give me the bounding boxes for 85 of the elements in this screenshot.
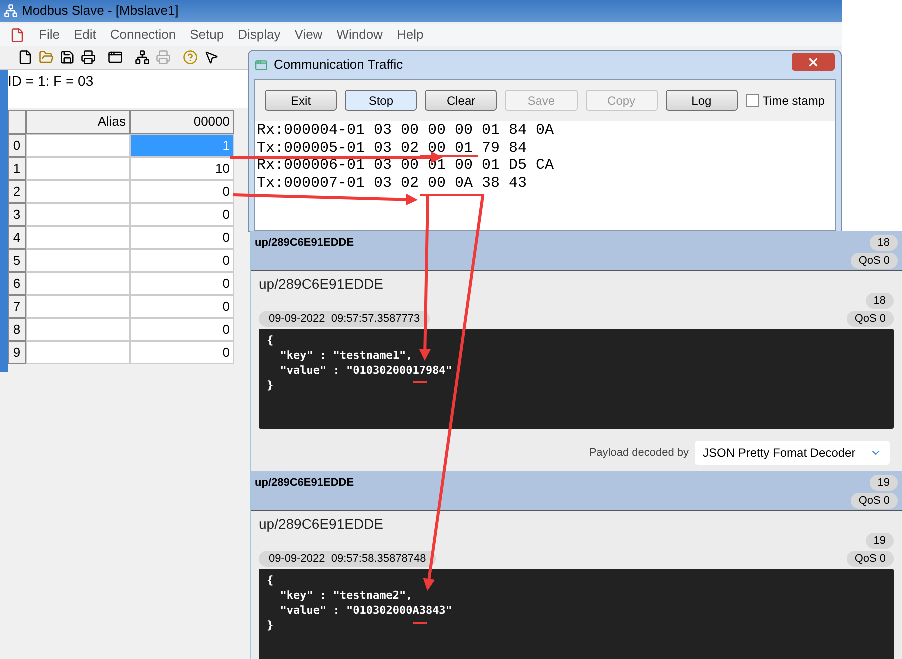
row-header: 3	[8, 203, 26, 226]
list-topic: up/289C6E91EDDE	[255, 236, 354, 251]
highlight-underline	[420, 155, 478, 157]
row-header: 0	[8, 134, 26, 157]
payload-line: "key" : "testname2",	[279, 588, 413, 603]
payload-line: "value" : "010302000A3843"	[279, 603, 452, 618]
menu-item[interactable]: Display	[238, 25, 281, 45]
row-header: 5	[8, 249, 26, 272]
corner-cell	[8, 110, 26, 134]
qos-badge: QoS 0	[846, 311, 894, 327]
row-header: 9	[8, 341, 26, 364]
table-cell[interactable]: 0	[130, 249, 234, 272]
message-list-row[interactable]: up/289C6E91EDDE 19 QoS 0	[251, 471, 902, 511]
count-badge: 19	[866, 533, 894, 549]
traffic-line: Tx:000007-01 03 02 00 0A 38 43	[257, 176, 528, 190]
document-icon	[10, 28, 25, 42]
table-cell[interactable]: 0	[130, 272, 234, 295]
count-badge: 18	[866, 293, 894, 309]
checkbox[interactable]	[746, 94, 759, 107]
row-header: 8	[8, 318, 26, 341]
table-cell[interactable]: 0	[130, 318, 234, 341]
row-header: 7	[8, 295, 26, 318]
table-cell[interactable]: 10	[130, 157, 234, 180]
print-icon[interactable]	[81, 50, 96, 65]
window-icon	[255, 58, 268, 72]
timestamp-badge: 09-09-2022 09:57:58.35878748	[259, 551, 436, 567]
highlight-underline	[420, 194, 484, 196]
qos-badge: QoS 0	[850, 493, 898, 509]
close-icon	[807, 56, 820, 68]
timestamp-badge: 09-09-2022 09:57:57.3587773	[259, 311, 430, 327]
qos-badge: QoS 0	[850, 253, 898, 269]
payload-line: "value" : "01030200017984"	[279, 363, 452, 378]
message-topic: up/289C6E91EDDE	[259, 515, 385, 533]
checkbox-label: Time stamp	[762, 92, 825, 110]
message-list-row[interactable]: up/289C6E91EDDE 18 QoS 0	[251, 231, 902, 271]
toolbar-button[interactable]: Clear	[425, 90, 498, 111]
count-badge: 18	[870, 235, 898, 251]
payload-line: {	[267, 333, 274, 348]
row-header: 6	[8, 272, 26, 295]
toolbar-button[interactable]: Exit	[265, 90, 338, 111]
table-cell[interactable]: 0	[130, 295, 234, 318]
decoder-dropdown[interactable]: JSON Pretty Fomat Decoder	[695, 441, 890, 465]
row-header: 2	[8, 180, 26, 203]
menu-item[interactable]: File	[39, 25, 60, 45]
list-topic: up/289C6E91EDDE	[255, 476, 354, 491]
highlight-underline	[413, 381, 427, 383]
menu-item[interactable]: Window	[336, 25, 383, 45]
toolbar-button[interactable]: Stop	[345, 90, 418, 111]
decoder-label: Payload decoded by	[589, 446, 689, 461]
toolbar-button[interactable]: Log	[666, 90, 738, 111]
help-icon[interactable]	[183, 50, 198, 65]
traffic-line: Rx:000004-01 03 00 00 00 01 84 0A	[257, 124, 554, 137]
count-badge: 19	[870, 475, 898, 491]
menu-item[interactable]: Help	[396, 25, 424, 45]
row-header: 4	[8, 226, 26, 249]
column-header: 00000	[130, 110, 234, 134]
menu-item[interactable]: Connection	[110, 25, 176, 45]
row-header: 1	[8, 157, 26, 180]
table-cell[interactable]: 0	[130, 180, 234, 203]
new-file-icon[interactable]	[18, 50, 33, 65]
payload-line: {	[267, 573, 274, 588]
save-icon[interactable]	[60, 50, 75, 65]
menu-item[interactable]: Setup	[190, 25, 224, 45]
highlight-underline	[413, 622, 427, 624]
window-title: Communication Traffic	[274, 56, 404, 74]
context-help-icon[interactable]	[204, 50, 219, 65]
menu-item[interactable]: View	[294, 25, 323, 45]
status-text: ID = 1: F = 03	[8, 73, 94, 89]
app-icon	[4, 4, 18, 18]
payload-line: "key" : "testname1",	[279, 348, 413, 363]
qos-badge: QoS 0	[846, 551, 894, 567]
payload-line: }	[267, 378, 274, 393]
menu-item[interactable]: Edit	[74, 25, 96, 45]
message-topic: up/289C6E91EDDE	[259, 275, 385, 293]
open-folder-icon[interactable]	[39, 50, 54, 65]
column-header: Alias	[26, 110, 130, 134]
payload-line: }	[267, 618, 274, 633]
network-icon[interactable]	[135, 50, 150, 65]
window-title: Modbus Slave - [Mbslave1]	[22, 2, 179, 20]
window-icon[interactable]	[108, 50, 123, 65]
table-cell[interactable]: 0	[130, 341, 234, 364]
table-cell[interactable]: 0	[130, 203, 234, 226]
close-button[interactable]	[792, 53, 835, 71]
traffic-line: Tx:000005-01 03 02 00 01 79 84	[257, 142, 528, 154]
table-cell[interactable]: 0	[130, 226, 234, 249]
